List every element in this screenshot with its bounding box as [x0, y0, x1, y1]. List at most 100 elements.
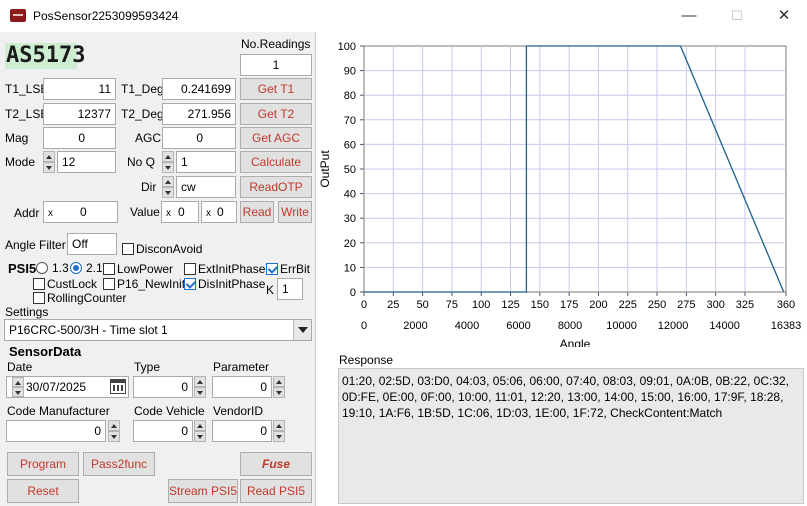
calendar-icon[interactable]	[110, 379, 126, 394]
device-name: AS5173	[6, 43, 86, 68]
parameter-field[interactable]: 0	[212, 376, 272, 398]
no-readings-input[interactable]: 1	[240, 54, 312, 76]
y-tick-label: 70	[344, 115, 356, 127]
y-tick-label: 30	[344, 213, 356, 225]
pass2func-button[interactable]: Pass2func	[83, 452, 155, 476]
angle-filter-label: Angle Filter	[5, 238, 66, 252]
type-label: Type	[134, 360, 161, 374]
x-tick-label-angle: 200	[589, 299, 607, 311]
code-vehicle-field[interactable]: 0	[133, 420, 193, 442]
write-button[interactable]: Write	[278, 201, 312, 223]
dir-field[interactable]: cw	[176, 176, 236, 198]
dis-init-phase-checkbox[interactable]	[184, 278, 196, 290]
x-tick-label-angle: 325	[736, 299, 754, 311]
mode-field[interactable]: 12	[57, 151, 116, 173]
y-tick-label: 50	[344, 164, 356, 176]
type-field[interactable]: 0	[133, 376, 193, 398]
title-bar: PosSensor2253099593424 — ☐ ✕	[0, 0, 807, 32]
addr-field[interactable]: x0	[43, 201, 118, 223]
x-tick-label-angle: 50	[416, 299, 428, 311]
minimize-icon[interactable]: —	[675, 4, 703, 28]
p16-new-init-label: P16_NewInit	[117, 277, 186, 291]
settings-label: Settings	[5, 305, 49, 319]
t2-lsb-label: T2_LSB	[5, 107, 49, 121]
rolling-counter-checkbox[interactable]	[33, 292, 45, 304]
x-tick-label-angle: 275	[677, 299, 695, 311]
read-psi5-button[interactable]: Read PSI5	[240, 479, 312, 503]
no-q-stepper[interactable]	[162, 151, 174, 173]
parameter-stepper[interactable]	[273, 376, 285, 398]
x-tick-label-raw: 0	[361, 320, 367, 332]
ext-init-phase-label: ExtInitPhase	[198, 262, 266, 276]
k-field[interactable]: 1	[277, 278, 303, 300]
discon-avoid-label: DisconAvoid	[136, 242, 203, 256]
mag-label: Mag	[5, 131, 29, 145]
ext-init-phase-checkbox[interactable]	[184, 263, 196, 275]
agc-label: AGC	[135, 131, 162, 145]
output-chart: 0 25 50 75 100 125 150 175 200 225 250 275 300 325 360…	[318, 41, 801, 351]
vendor-id-stepper[interactable]	[273, 420, 285, 442]
maximize-icon[interactable]: ☐	[723, 4, 751, 28]
x-tick-label-angle: 25	[387, 299, 399, 311]
code-manufacturer-stepper[interactable]	[108, 420, 120, 442]
x-tick-label-angle: 360	[777, 299, 795, 311]
reset-button[interactable]: Reset	[7, 479, 79, 503]
calculate-button[interactable]: Calculate	[240, 151, 312, 173]
x-tick-label-angle: 125	[501, 299, 519, 311]
code-manufacturer-field[interactable]: 0	[6, 420, 106, 442]
y-tick-label: 10	[344, 262, 356, 274]
mode-stepper[interactable]	[43, 151, 55, 173]
stream-psi5-button[interactable]: Stream PSI5	[168, 479, 238, 503]
low-power-label: LowPower	[117, 262, 174, 276]
t1-lsb-label: T1_LSB	[5, 82, 49, 96]
get-t1-button[interactable]: Get T1	[240, 78, 312, 100]
x-tick-label-angle: 0	[361, 299, 367, 311]
no-q-field[interactable]: 1	[176, 151, 236, 173]
code-vehicle-stepper[interactable]	[194, 420, 206, 442]
y-axis-label: OutPut	[318, 150, 332, 188]
t1-deg-label: T1_Deg	[121, 82, 164, 96]
sensor-data-heading: SensorData	[9, 344, 82, 359]
close-icon[interactable]: ✕	[770, 4, 798, 28]
dir-stepper[interactable]	[162, 176, 174, 198]
settings-dropdown[interactable]: P16CRC-500/3H - Time slot 1	[4, 319, 312, 341]
program-button[interactable]: Program	[7, 452, 79, 476]
t2-lsb-field[interactable]: 12377	[43, 103, 116, 125]
t1-deg-field[interactable]: 0.241699	[162, 78, 236, 100]
fuse-button[interactable]: Fuse	[240, 452, 312, 476]
psi5-21-radio[interactable]	[70, 262, 82, 274]
mag-field[interactable]: 0	[43, 127, 116, 149]
date-stepper[interactable]	[12, 377, 24, 397]
angle-filter-field[interactable]: Off	[67, 233, 117, 255]
chevron-down-icon[interactable]	[293, 320, 311, 340]
x-tick-label-raw: 8000	[558, 320, 582, 332]
x-tick-label-angle: 100	[472, 299, 490, 311]
t2-deg-field[interactable]: 271.956	[162, 103, 236, 125]
type-stepper[interactable]	[194, 376, 206, 398]
cust-lock-checkbox[interactable]	[33, 278, 45, 290]
read-otp-button[interactable]: ReadOTP	[240, 176, 312, 198]
agc-field[interactable]: 0	[162, 127, 236, 149]
date-picker[interactable]: 30/07/2025	[6, 376, 129, 398]
read-button[interactable]: Read	[240, 201, 274, 223]
value-field-2[interactable]: x0	[201, 201, 237, 223]
app-icon	[10, 9, 26, 22]
date-label: Date	[7, 360, 33, 374]
low-power-checkbox[interactable]	[103, 263, 115, 275]
p16-new-init-checkbox[interactable]	[103, 278, 115, 290]
x-tick-label-raw: 2000	[403, 320, 427, 332]
x-tick-label-raw: 6000	[506, 320, 530, 332]
get-agc-button[interactable]: Get AGC	[240, 127, 312, 149]
err-bit-checkbox[interactable]	[266, 263, 278, 275]
vendor-id-field[interactable]: 0	[212, 420, 272, 442]
window-title: PosSensor2253099593424	[33, 9, 179, 23]
device-badge: AS5173	[5, 43, 85, 69]
get-t2-button[interactable]: Get T2	[240, 103, 312, 125]
no-q-label: No Q	[127, 155, 156, 169]
response-label: Response	[339, 353, 394, 367]
psi5-13-radio[interactable]	[36, 262, 48, 274]
value-field-1[interactable]: x0	[161, 201, 199, 223]
mode-label: Mode	[5, 155, 36, 169]
discon-avoid-checkbox[interactable]	[122, 243, 134, 255]
t1-lsb-field[interactable]: 11	[43, 78, 116, 100]
